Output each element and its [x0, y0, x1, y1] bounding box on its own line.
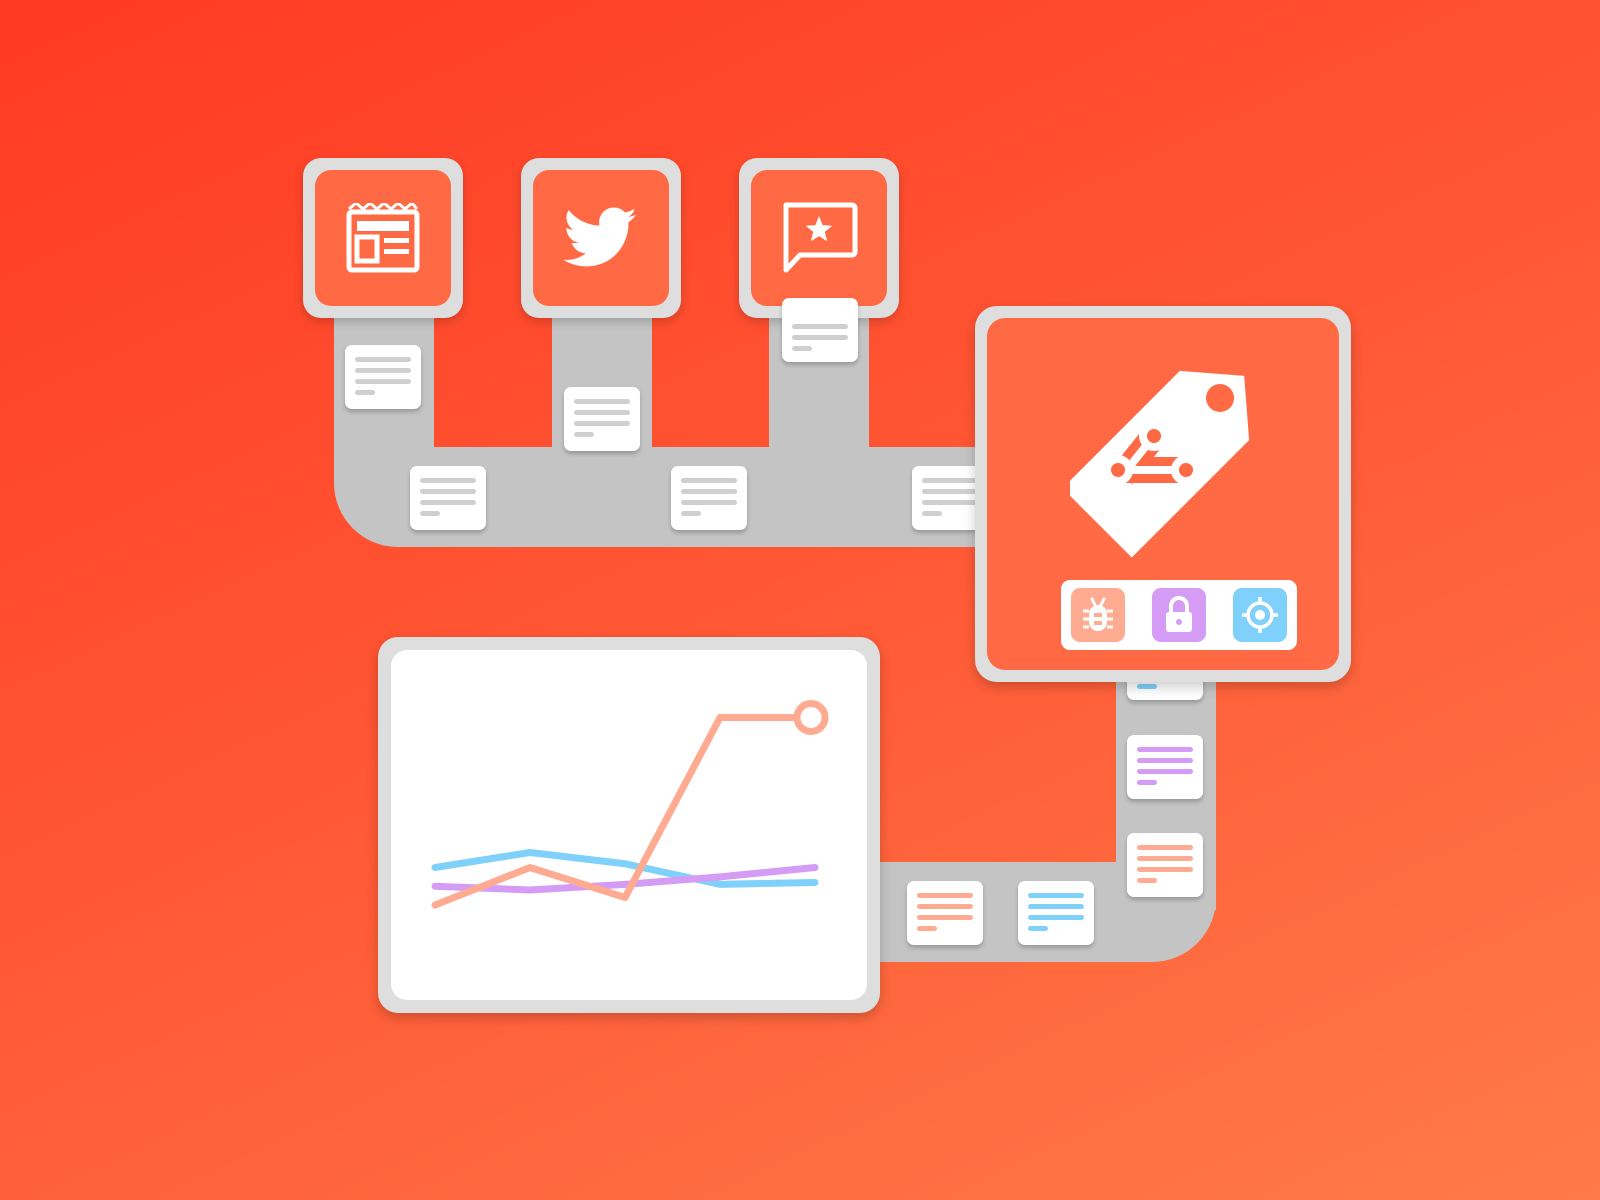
analytics-chart-card: [378, 637, 880, 1013]
chart-highlight-point: [793, 700, 829, 735]
source-card-inner: [315, 170, 451, 306]
doc-card: [564, 387, 640, 451]
source-card-news: [303, 158, 463, 318]
price-tag-icon: [1070, 370, 1250, 558]
twitter-bird-icon: [564, 207, 637, 267]
source-card-inner: [533, 170, 669, 306]
line-chart: [431, 700, 829, 909]
chart-series-line-3: [431, 714, 819, 909]
review-star-chat-icon: [783, 202, 858, 273]
badge-bug: [1071, 588, 1125, 642]
doc-card-salmon: [1127, 833, 1203, 897]
doc-card: [345, 345, 421, 409]
bug-icon: [1083, 597, 1113, 631]
tagging-processor-inner: [987, 318, 1339, 670]
newspaper-icon: [346, 203, 420, 273]
doc-card-blue: [1018, 881, 1094, 945]
doc-card: [671, 466, 747, 530]
doc-card-purple: [1127, 735, 1203, 799]
pipeline-illustration: [0, 0, 1600, 1200]
source-card-twitter: [521, 158, 681, 318]
classification-badges: [1061, 580, 1297, 650]
lock-icon: [1166, 596, 1192, 632]
badge-target: [1233, 588, 1287, 642]
doc-card: [410, 466, 486, 530]
analytics-chart-area: [391, 650, 867, 1000]
badge-lock: [1152, 588, 1206, 642]
target-icon: [1242, 597, 1278, 633]
tagging-processor-card: [975, 306, 1351, 682]
doc-card: [782, 298, 858, 362]
doc-card-salmon: [907, 881, 983, 945]
source-card-inner: [751, 170, 887, 306]
source-card-reviews: [739, 158, 899, 318]
